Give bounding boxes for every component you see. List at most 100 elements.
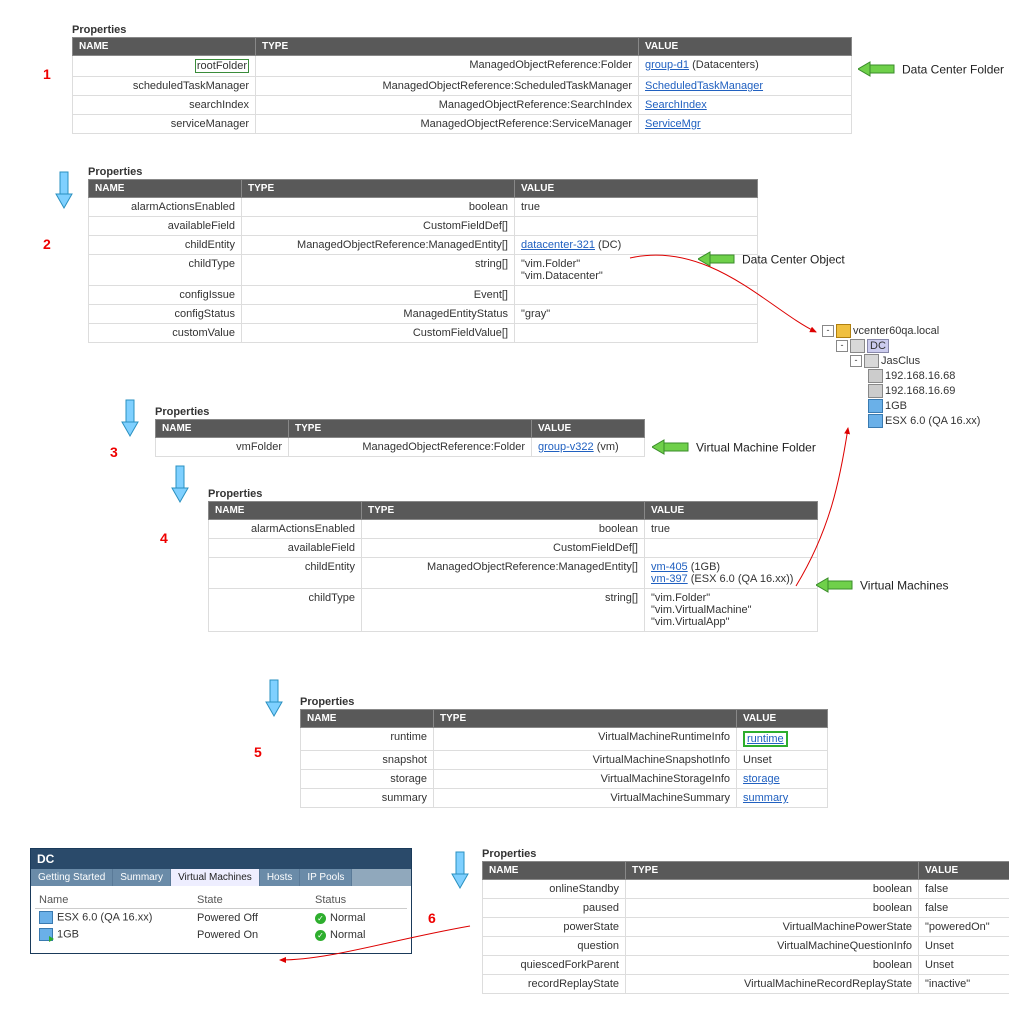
dc-panel: DC Getting StartedSummaryVirtual Machine…: [30, 848, 412, 954]
prop-value: "poweredOn": [919, 918, 1009, 937]
prop-value: "gray": [515, 305, 758, 324]
vm-row[interactable]: 1GBPowered On✓Normal: [35, 926, 407, 943]
properties-table-1: NAMETYPEVALUE rootFolderManagedObjectRef…: [72, 37, 852, 134]
value-link[interactable]: datacenter-321: [521, 239, 595, 251]
vm-row[interactable]: ESX 6.0 (QA 16.xx)Powered Off✓Normal: [35, 909, 407, 927]
datacenter-icon: [850, 339, 865, 353]
prop-type: string[]: [242, 255, 515, 286]
prop-value: runtime: [737, 728, 828, 751]
tree-node-host[interactable]: 192.168.16.68: [885, 370, 955, 382]
properties-heading: Properties: [155, 406, 645, 418]
tree-node-dc[interactable]: DC: [867, 339, 889, 353]
properties-heading: Properties: [72, 24, 852, 36]
prop-type: CustomFieldDef[]: [242, 217, 515, 236]
tree-node-vm[interactable]: ESX 6.0 (QA 16.xx): [885, 415, 980, 427]
host-icon: [868, 384, 883, 398]
properties-table-6: NAMETYPEVALUE onlineStandbybooleanfalsep…: [482, 861, 1009, 994]
dc-tab[interactable]: Virtual Machines: [171, 869, 260, 886]
vm-list-table: NameStateStatus ESX 6.0 (QA 16.xx)Powere…: [35, 892, 407, 943]
prop-value: storage: [737, 770, 828, 789]
value-link[interactable]: storage: [743, 773, 780, 785]
dc-tab[interactable]: IP Pools: [300, 869, 352, 886]
value-link[interactable]: runtime: [747, 733, 784, 745]
prop-value: "inactive": [919, 975, 1009, 994]
prop-name: storage: [301, 770, 434, 789]
tree-toggle[interactable]: -: [822, 325, 834, 337]
cluster-icon: [864, 354, 879, 368]
step-number-5: 5: [254, 744, 262, 760]
prop-value: [515, 217, 758, 236]
prop-name: question: [483, 937, 626, 956]
inventory-tree: -vcenter60qa.local -DC -JasClus 192.168.…: [822, 324, 980, 429]
prop-name: childType: [89, 255, 242, 286]
prop-name: customValue: [89, 324, 242, 343]
value-link[interactable]: vm-397: [651, 573, 688, 585]
tree-node-vcenter[interactable]: vcenter60qa.local: [853, 325, 939, 337]
dc-tab[interactable]: Getting Started: [31, 869, 113, 886]
prop-name: configIssue: [89, 286, 242, 305]
prop-name: recordReplayState: [483, 975, 626, 994]
arrow-down-icon: [170, 464, 190, 502]
vm-icon: [39, 911, 53, 924]
callout-vm-folder: Virtual Machine Folder: [696, 440, 816, 454]
prop-value: ScheduledTaskManager: [639, 77, 852, 96]
prop-name: serviceManager: [73, 115, 256, 134]
tree-node-host[interactable]: 192.168.16.69: [885, 385, 955, 397]
callout-dc-folder: Data Center Folder: [902, 62, 1004, 76]
value-link[interactable]: group-d1: [645, 59, 689, 71]
tree-node-vm[interactable]: 1GB: [885, 400, 907, 412]
prop-name: scheduledTaskManager: [73, 77, 256, 96]
value-link[interactable]: summary: [743, 792, 788, 804]
callout-dc-object: Data Center Object: [742, 252, 845, 266]
tree-node-cluster[interactable]: JasClus: [881, 355, 920, 367]
prop-type: ManagedObjectReference:ServiceManager: [256, 115, 639, 134]
prop-name: alarmActionsEnabled: [209, 520, 362, 539]
prop-value: false: [919, 899, 1009, 918]
value-link[interactable]: vm-405: [651, 561, 688, 573]
arrow-left-icon: [816, 576, 854, 597]
prop-value: Unset: [919, 956, 1009, 975]
prop-type: boolean: [626, 880, 919, 899]
value-link[interactable]: ScheduledTaskManager: [645, 80, 763, 92]
tree-toggle[interactable]: -: [836, 340, 848, 352]
prop-type: VirtualMachineQuestionInfo: [626, 937, 919, 956]
arrow-down-icon: [450, 850, 470, 888]
prop-value: [515, 286, 758, 305]
tree-toggle[interactable]: -: [850, 355, 862, 367]
dc-tab[interactable]: Hosts: [260, 869, 301, 886]
prop-value: group-d1 (Datacenters): [639, 56, 852, 77]
prop-name: alarmActionsEnabled: [89, 198, 242, 217]
prop-name: quiescedForkParent: [483, 956, 626, 975]
prop-type: string[]: [362, 589, 645, 632]
vm-icon: [39, 928, 53, 941]
prop-name: searchIndex: [73, 96, 256, 115]
step-number-1: 1: [43, 66, 51, 82]
prop-name: childEntity: [89, 236, 242, 255]
prop-type: boolean: [626, 899, 919, 918]
prop-name: availableField: [89, 217, 242, 236]
prop-name: childType: [209, 589, 362, 632]
value-link[interactable]: SearchIndex: [645, 99, 707, 111]
properties-table-2: NAMETYPEVALUE alarmActionsEnabledboolean…: [88, 179, 758, 343]
dc-tab[interactable]: Summary: [113, 869, 171, 886]
properties-table-4: NAMETYPEVALUE alarmActionsEnabledboolean…: [208, 501, 818, 632]
prop-value: ServiceMgr: [639, 115, 852, 134]
prop-value: Unset: [919, 937, 1009, 956]
prop-type: ManagedObjectReference:ManagedEntity[]: [362, 558, 645, 589]
prop-type: VirtualMachineRuntimeInfo: [434, 728, 737, 751]
prop-type: VirtualMachineSummary: [434, 789, 737, 808]
callout-vms: Virtual Machines: [860, 578, 949, 592]
prop-value: true: [645, 520, 818, 539]
prop-name: configStatus: [89, 305, 242, 324]
dc-panel-title: DC: [31, 849, 411, 869]
vm-icon: [868, 399, 883, 413]
value-link[interactable]: group-v322: [538, 441, 594, 453]
prop-name: snapshot: [301, 751, 434, 770]
prop-name: runtime: [301, 728, 434, 751]
prop-name: onlineStandby: [483, 880, 626, 899]
host-icon: [868, 369, 883, 383]
value-link[interactable]: ServiceMgr: [645, 118, 701, 130]
properties-heading: Properties: [208, 488, 818, 500]
properties-table-5: NAMETYPEVALUE runtimeVirtualMachineRunti…: [300, 709, 828, 808]
prop-type: CustomFieldDef[]: [362, 539, 645, 558]
